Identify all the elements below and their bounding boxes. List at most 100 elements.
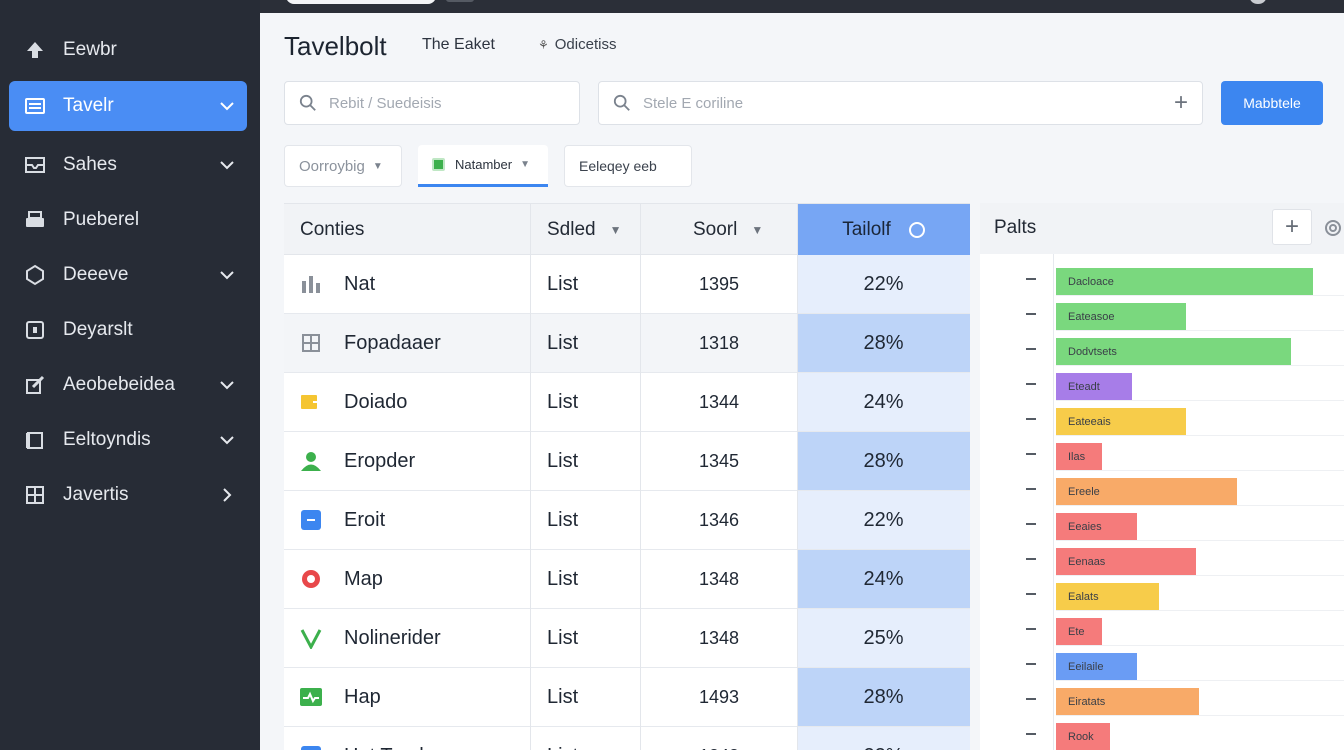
bar-row[interactable]: Eateeais bbox=[980, 401, 1344, 436]
bar-row[interactable]: Ealats bbox=[980, 576, 1344, 611]
filter-dropdown-2[interactable]: Natamber ▼ bbox=[418, 145, 548, 187]
add-plus-icon[interactable]: + bbox=[1272, 209, 1312, 245]
table-row[interactable]: Eropder List 1345 28% bbox=[284, 432, 970, 491]
bar-row[interactable]: Dodvtsets bbox=[980, 331, 1344, 366]
number-cell: 1493 bbox=[698, 686, 740, 707]
percent-cell: 24% bbox=[863, 567, 904, 590]
table-row[interactable]: Fopadaaer List 1318 28% bbox=[284, 314, 970, 373]
minus-icon[interactable] bbox=[1026, 593, 1036, 595]
type-cell: List bbox=[547, 449, 579, 472]
sidebar-item-8[interactable]: Javertis bbox=[9, 470, 247, 520]
refresh-icon[interactable] bbox=[1322, 217, 1344, 239]
upload-icon bbox=[23, 38, 47, 62]
column-header-type[interactable]: Sdled ▼ bbox=[547, 204, 622, 255]
circle-icon bbox=[908, 221, 925, 238]
chevron-down-icon[interactable] bbox=[219, 377, 235, 393]
column-header-pct[interactable]: Tailolf bbox=[797, 204, 970, 255]
minus-square-icon bbox=[300, 509, 322, 531]
column-divider bbox=[797, 204, 798, 750]
chevron-down-icon[interactable] bbox=[219, 98, 235, 114]
page-subtitle[interactable]: The Eaket bbox=[422, 36, 495, 54]
sidebar-item-5[interactable]: Deyarslt bbox=[9, 305, 247, 355]
pulse-icon bbox=[300, 686, 322, 708]
table-row[interactable]: Hat Tandeaer List 134822% bbox=[284, 727, 970, 750]
sidebar-item-7[interactable]: Eeltoyndis bbox=[9, 415, 247, 465]
minus-icon[interactable] bbox=[1026, 523, 1036, 525]
bar-label: Eteadt bbox=[1068, 380, 1100, 393]
bar-label: Ereele bbox=[1068, 485, 1100, 498]
minus-icon[interactable] bbox=[1026, 663, 1036, 665]
main-search-input[interactable] bbox=[643, 94, 1202, 112]
page-subtitle-link[interactable]: ⚘ Odicetiss bbox=[538, 36, 616, 53]
minus-icon[interactable] bbox=[1026, 348, 1036, 350]
chevron-down-icon[interactable] bbox=[219, 432, 235, 448]
bar-row[interactable]: Eiratats bbox=[980, 681, 1344, 716]
minus-icon[interactable] bbox=[1026, 278, 1036, 280]
sidebar-item-3[interactable]: Pueberel bbox=[9, 195, 247, 245]
table-row[interactable]: Doiado List 1344 24% bbox=[284, 373, 970, 432]
name-cell: Eroit bbox=[300, 491, 385, 549]
minus-icon[interactable] bbox=[1026, 313, 1036, 315]
bar-row[interactable]: Eeilaile bbox=[980, 646, 1344, 681]
sidebar-item-0[interactable]: Eewbr bbox=[9, 25, 247, 75]
minus-icon[interactable] bbox=[1026, 698, 1036, 700]
bar-row[interactable]: Eteadt bbox=[980, 366, 1344, 401]
bar-row[interactable]: Eeaies bbox=[980, 506, 1344, 541]
bar-label: Ete bbox=[1068, 625, 1085, 638]
bar-label: Eeilaile bbox=[1068, 660, 1104, 673]
table-row[interactable]: Map List 1348 24% bbox=[284, 550, 970, 609]
filter-dropdown-1[interactable]: Oorroybig ▼ bbox=[284, 145, 402, 187]
top-tab[interactable] bbox=[446, 0, 474, 2]
table-row[interactable]: Hap List 1493 28% bbox=[284, 668, 970, 727]
minus-icon[interactable] bbox=[1026, 488, 1036, 490]
filter-button-3[interactable]: Eeleqey eeb bbox=[564, 145, 692, 187]
search-icon bbox=[613, 94, 630, 111]
panel-title: Palts bbox=[994, 217, 1037, 238]
sidebar-item-1[interactable]: Tavelr bbox=[9, 81, 247, 131]
printer-icon bbox=[23, 208, 47, 232]
bar-row[interactable]: Ilas bbox=[980, 436, 1344, 471]
bar-fill: Eateasoe bbox=[1056, 303, 1186, 330]
minus-icon[interactable] bbox=[1026, 558, 1036, 560]
minus-icon[interactable] bbox=[1026, 733, 1036, 735]
minus-icon[interactable] bbox=[1026, 418, 1036, 420]
person-icon bbox=[300, 450, 322, 472]
table-row[interactable]: Nolinerider List 1348 25% bbox=[284, 609, 970, 668]
minus-icon[interactable] bbox=[1026, 453, 1036, 455]
column-header-num[interactable]: Soorl ▼ bbox=[693, 204, 763, 255]
quick-search-input[interactable] bbox=[329, 94, 579, 112]
chevron-right-icon[interactable] bbox=[219, 487, 235, 503]
folder-icon bbox=[23, 428, 47, 452]
sidebar-item-2[interactable]: Sahes bbox=[9, 140, 247, 190]
bar-chart-icon bbox=[300, 273, 322, 295]
panel-header: Palts + bbox=[980, 203, 1344, 254]
bar-row[interactable]: Eateasoe bbox=[980, 296, 1344, 331]
minus-icon[interactable] bbox=[1026, 383, 1036, 385]
main-search-field[interactable]: + bbox=[598, 81, 1203, 125]
quick-search-field[interactable] bbox=[284, 81, 580, 125]
sidebar-item-6[interactable]: Aeobebeidea bbox=[9, 360, 247, 410]
bar-fill: Eiratats bbox=[1056, 688, 1199, 715]
bar-fill: Rook bbox=[1056, 723, 1110, 750]
bar-row[interactable]: Rook bbox=[980, 716, 1344, 750]
minus-icon[interactable] bbox=[1026, 628, 1036, 630]
table-row[interactable]: Eroit List 1346 22% bbox=[284, 491, 970, 550]
sidebar-item-label: Sahes bbox=[63, 154, 117, 175]
primary-action-button[interactable]: Mabbtele bbox=[1221, 81, 1323, 125]
top-search-pill[interactable] bbox=[286, 0, 436, 4]
avatar[interactable] bbox=[1250, 0, 1266, 4]
percent-cell: 28% bbox=[863, 685, 904, 708]
bar-row[interactable]: Ete bbox=[980, 611, 1344, 646]
chevron-down-icon[interactable] bbox=[219, 157, 235, 173]
star-icon bbox=[300, 745, 322, 750]
bar-row[interactable]: Dacloace bbox=[980, 261, 1344, 296]
number-cell: 1348 bbox=[698, 627, 740, 648]
table-row[interactable]: Nat List 1395 22% bbox=[284, 255, 970, 314]
chevron-down-icon[interactable] bbox=[219, 267, 235, 283]
bar-row[interactable]: Eenaas bbox=[980, 541, 1344, 576]
sidebar-item-4[interactable]: Deeeve bbox=[9, 250, 247, 300]
column-header-name[interactable]: Conties bbox=[300, 204, 364, 255]
bar-label: Eateeais bbox=[1068, 415, 1111, 428]
bar-row[interactable]: Ereele bbox=[980, 471, 1344, 506]
add-plus-icon[interactable]: + bbox=[1174, 91, 1188, 115]
